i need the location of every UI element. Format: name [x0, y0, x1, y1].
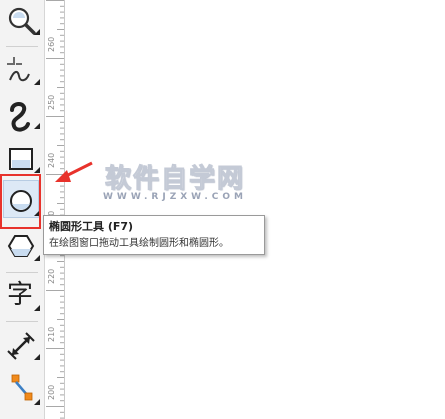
tooltip-title: 椭圆形工具 (F7)	[49, 220, 134, 233]
artistic-media-tool-icon	[10, 102, 40, 132]
tooltip-description: 在绘图窗口拖动工具绘制圆形和椭圆形。	[49, 238, 229, 249]
watermark: 软件自学网 WWW.RJZXW.COM	[100, 158, 250, 203]
ruler-label: 200	[47, 384, 56, 400]
freehand-tool[interactable]	[2, 52, 42, 92]
freehand-tool-icon	[7, 57, 40, 85]
toolbox-separator	[6, 46, 38, 47]
watermark-title: 软件自学网	[104, 164, 245, 195]
vertical-ruler: 260 250 240 230 220 210 200	[46, 0, 65, 419]
artistic-media-tool[interactable]	[2, 96, 42, 136]
polygon-tool[interactable]	[2, 228, 42, 268]
toolbox-separator	[6, 321, 38, 322]
dimension-tool[interactable]	[2, 327, 42, 367]
toolbox-separator	[6, 272, 38, 273]
submenu-indicator-icon	[34, 305, 40, 311]
text-tool[interactable]: 字	[2, 278, 42, 318]
toolbox: 字	[0, 0, 45, 419]
ruler-ticks	[46, 0, 64, 419]
dimension-tool-icon	[7, 332, 40, 360]
tool-tooltip: 椭圆形工具 (F7) 在绘图窗口拖动工具绘制圆形和椭圆形。	[43, 215, 265, 255]
ruler-label: 250	[47, 94, 56, 110]
ellipse-tool-highlight	[0, 174, 41, 229]
zoom-tool[interactable]	[2, 2, 42, 42]
ruler-label: 210	[47, 326, 56, 342]
zoom-tool-icon	[8, 7, 40, 35]
polygon-tool-icon	[7, 235, 40, 261]
red-arrow-icon	[55, 161, 93, 182]
connector-tool-icon	[11, 374, 40, 405]
watermark-url: WWW.RJZXW.COM	[102, 192, 248, 202]
ruler-label: 220	[47, 268, 56, 284]
ruler-label: 260	[47, 36, 56, 52]
connector-tool[interactable]	[2, 370, 42, 410]
